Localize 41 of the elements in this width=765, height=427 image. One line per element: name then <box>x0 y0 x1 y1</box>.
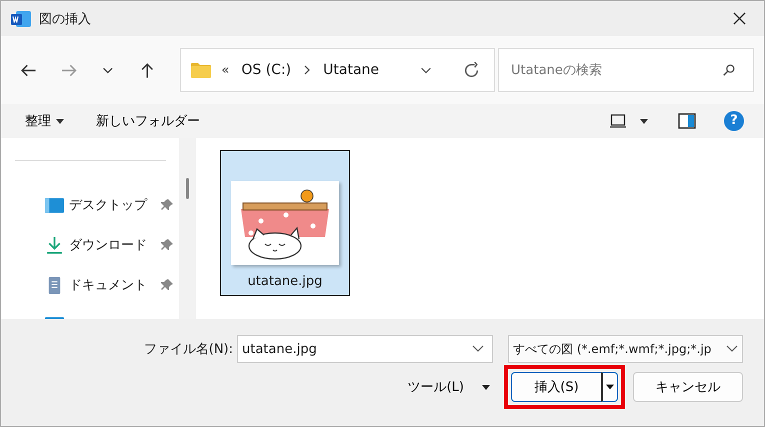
dropdown-caret-icon[interactable] <box>482 384 490 390</box>
help-button[interactable]: ? <box>724 111 744 131</box>
insert-button[interactable]: 挿入(S) <box>511 372 601 402</box>
breadcrumb-item[interactable]: Utatane <box>323 62 380 78</box>
dropdown-caret-icon[interactable] <box>640 118 648 124</box>
cancel-button[interactable]: キャンセル <box>633 372 743 402</box>
separator-chevron-icon[interactable] <box>303 64 312 76</box>
sidebar-item[interactable]: デスクトップ <box>69 196 161 214</box>
tools-button[interactable]: ツール(L) <box>408 378 464 396</box>
desktop-icon <box>45 196 64 214</box>
download-icon <box>45 236 64 254</box>
caret-icon <box>56 118 64 124</box>
overflow-chevron[interactable]: « <box>221 62 230 78</box>
breadcrumb-item[interactable]: OS (C:) <box>241 62 292 78</box>
window-title: 図の挿入 <box>39 10 92 28</box>
pin-icon[interactable] <box>161 199 173 211</box>
search-icon <box>722 63 736 77</box>
file-type-dropdown[interactable]: すべての図 (*.emf;*.wmf;*.jpg;*.jp <box>508 335 743 363</box>
filename-label: ファイル名(N): <box>144 341 233 358</box>
folder-icon <box>191 62 212 78</box>
file-tile[interactable]: utatane.jpg <box>220 150 350 296</box>
insert-dropdown-button[interactable] <box>601 372 618 402</box>
view-icon[interactable] <box>610 114 626 128</box>
preview-pane-icon[interactable] <box>678 113 696 129</box>
sidebar-item[interactable]: ドキュメント <box>69 276 161 294</box>
file-name: utatane.jpg <box>248 274 322 289</box>
search-field[interactable]: Utataneの検索 <box>498 48 754 92</box>
chevron-down-icon[interactable] <box>726 345 738 353</box>
new-folder-button[interactable]: 新しいフォルダー <box>88 108 208 134</box>
sidebar-item[interactable]: ダウンロード <box>69 236 161 254</box>
address-bar[interactable]: « OS (C:) Utatane <box>180 48 496 92</box>
caret-icon <box>606 384 614 390</box>
scrollbar-thumb[interactable] <box>186 178 189 199</box>
pin-icon[interactable] <box>161 239 173 251</box>
filename-field[interactable]: utatane.jpg <box>237 335 493 363</box>
pin-icon[interactable] <box>161 279 173 291</box>
close-icon[interactable] <box>733 12 746 25</box>
refresh-icon[interactable] <box>463 62 480 78</box>
organize-button[interactable]: 整理 <box>17 108 72 134</box>
chevron-down-icon[interactable] <box>472 345 484 353</box>
word-logo-icon <box>11 10 31 28</box>
